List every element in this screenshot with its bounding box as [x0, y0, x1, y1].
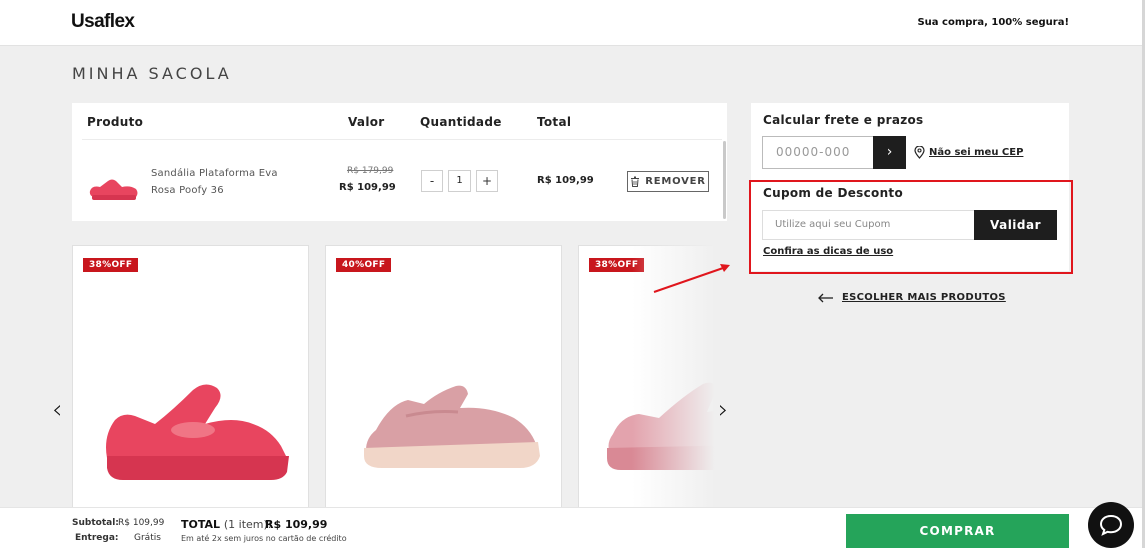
cart-scrollbar[interactable] — [723, 141, 726, 219]
shipping-value: Grátis — [134, 533, 161, 543]
secure-purchase-text: Sua compra, 100% segura! — [917, 17, 1069, 28]
subtotal-value: R$ 109,99 — [118, 518, 165, 528]
discount-badge: 40%OFF — [336, 258, 392, 272]
chat-bubble-icon — [1099, 514, 1123, 536]
product-card[interactable]: 40%OFF — [325, 245, 562, 508]
header-quantity: Quantidade — [420, 115, 502, 129]
page-title: MINHA SACOLA — [72, 64, 232, 83]
product-old-price: R$ 179,99 — [347, 166, 394, 176]
quantity-decrease-button[interactable]: - — [421, 170, 443, 192]
trash-icon — [631, 176, 640, 187]
total-value: R$ 109,99 — [265, 518, 328, 531]
coupon-highlight-box — [749, 180, 1073, 274]
freight-title: Calcular frete e prazos — [763, 113, 924, 127]
arrow-left-icon — [818, 293, 833, 302]
checkout-footer: Subtotal: R$ 109,99 Entrega: Grátis TOTA… — [0, 507, 1145, 548]
usaflex-logo[interactable]: Usaflex — [71, 11, 135, 33]
carousel-next-icon[interactable]: › — [718, 395, 728, 425]
carousel-prev-icon[interactable]: ‹ — [52, 395, 62, 425]
product-card[interactable]: 38%OFF — [72, 245, 309, 508]
cep-help-link[interactable]: Não sei meu CEP — [914, 146, 1023, 159]
row-total: R$ 109,99 — [537, 175, 594, 186]
recommendation-carousel: 38%OFF 40%OFF 38%OFF — [72, 245, 724, 508]
quantity-field[interactable]: 1 — [448, 170, 471, 192]
header-price: Valor — [348, 115, 385, 129]
site-header: Usaflex Sua compra, 100% segura! — [0, 0, 1145, 46]
quantity-increase-button[interactable]: + — [476, 170, 498, 192]
location-pin-icon — [914, 146, 925, 159]
shipping-label: Entrega: — [75, 533, 119, 543]
choose-more-products-link[interactable]: ESCOLHER MAIS PRODUTOS — [818, 292, 1006, 303]
cart-table: Produto Valor Quantidade Total Sandália … — [72, 103, 727, 221]
product-price: R$ 109,99 — [339, 182, 396, 193]
installments-text: Em até 2x sem juros no cartão de crédito — [181, 534, 347, 543]
remove-label: REMOVER — [645, 176, 706, 187]
cep-link-label: Não sei meu CEP — [929, 147, 1024, 158]
product-image[interactable] — [346, 376, 546, 486]
cep-input[interactable]: 00000-000 — [762, 136, 874, 169]
choose-more-products-label: ESCOLHER MAIS PRODUTOS — [842, 292, 1006, 303]
discount-badge: 38%OFF — [83, 258, 139, 272]
total-label-text: TOTAL — [181, 518, 221, 531]
product-thumbnail[interactable] — [86, 169, 142, 203]
annotation-arrow-icon — [653, 264, 730, 293]
cep-submit-button[interactable]: › — [873, 136, 906, 169]
subtotal-label: Subtotal: — [72, 518, 119, 528]
chat-button[interactable] — [1088, 502, 1134, 548]
buy-button[interactable]: COMPRAR — [846, 514, 1069, 548]
header-product: Produto — [87, 115, 144, 129]
product-name[interactable]: Sandália Plataforma Eva Rosa Poofy 36 — [151, 165, 296, 199]
total-label: TOTAL (1 item): — [181, 518, 272, 531]
cart-divider — [82, 139, 722, 140]
remove-button[interactable]: REMOVER — [627, 171, 709, 192]
header-total: Total — [537, 115, 572, 129]
product-image[interactable] — [93, 376, 293, 486]
